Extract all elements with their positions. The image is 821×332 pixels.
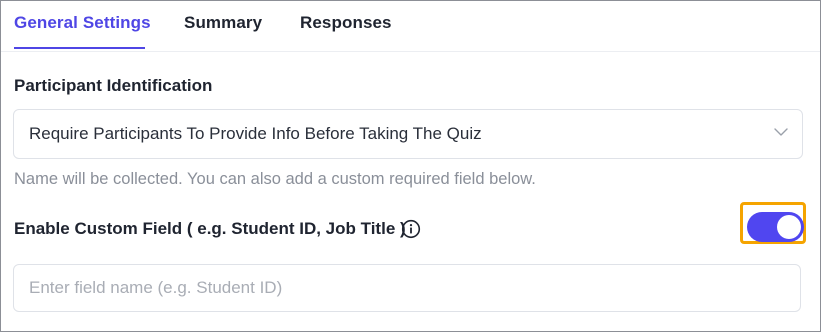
tab-summary[interactable]: Summary <box>184 13 262 33</box>
participant-identification-title: Participant Identification <box>14 76 213 95</box>
participant-identification-selected-value: Require Participants To Provide Info Bef… <box>29 124 482 143</box>
enable-custom-field-label: Enable Custom Field ( e.g. Student ID, J… <box>14 219 406 238</box>
settings-tabs: General Settings Summary Responses <box>1 1 820 52</box>
tab-responses[interactable]: Responses <box>300 13 392 33</box>
toggle-knob <box>777 215 801 239</box>
custom-field-name-input[interactable] <box>13 264 801 312</box>
chevron-down-icon <box>774 128 788 136</box>
active-tab-indicator <box>14 47 145 49</box>
enable-custom-field-toggle[interactable] <box>747 212 804 242</box>
participant-identification-select[interactable]: Require Participants To Provide Info Bef… <box>13 109 803 159</box>
quiz-settings-panel: General Settings Summary Responses Parti… <box>0 0 821 332</box>
tab-general-settings[interactable]: General Settings <box>14 13 151 33</box>
participant-identification-helper-text: Name will be collected. You can also add… <box>14 170 536 188</box>
info-circle-icon[interactable] <box>401 219 421 239</box>
